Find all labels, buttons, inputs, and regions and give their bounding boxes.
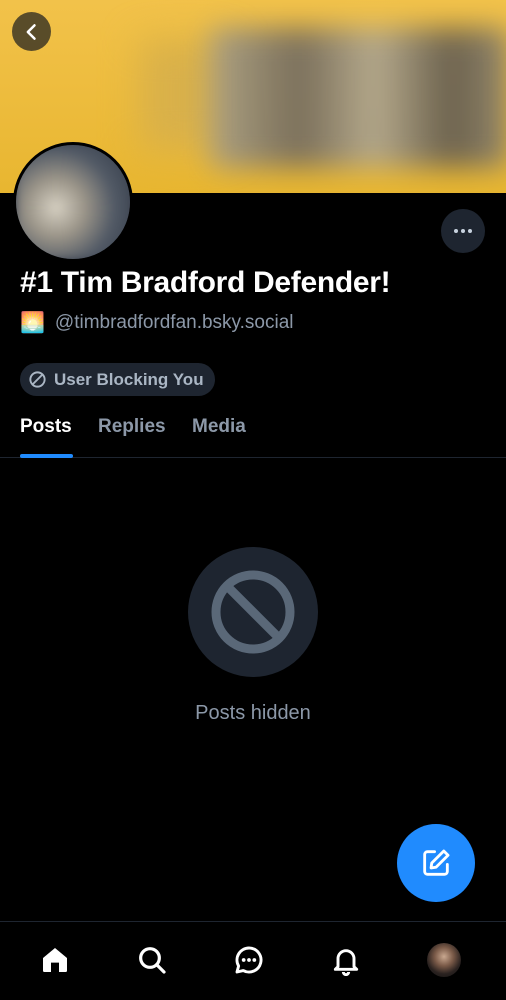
ellipsis-icon [454, 229, 472, 233]
block-icon [211, 570, 295, 654]
handle: @timbradfordfan.bsky.social [54, 312, 294, 333]
nav-home[interactable] [35, 940, 75, 980]
nav-search[interactable] [132, 940, 172, 980]
home-icon [43, 948, 67, 972]
profile-tabs: Posts Replies Media [0, 410, 506, 458]
bell-icon [333, 949, 359, 976]
avatar [427, 943, 461, 977]
posts-hidden-icon-container [188, 547, 318, 677]
tab-replies[interactable]: Replies [98, 416, 166, 438]
sunrise-emoji: 🌅 [20, 312, 45, 334]
posts-hidden-message: Posts hidden [195, 702, 311, 724]
blocking-label: User Blocking You [54, 369, 204, 389]
block-icon [29, 371, 46, 388]
active-tab-indicator [20, 454, 73, 458]
profile-avatar[interactable] [13, 142, 133, 262]
back-button[interactable] [12, 12, 51, 51]
compose-icon [423, 849, 450, 876]
handle-row: 🌅 @timbradfordfan.bsky.social [20, 310, 294, 336]
display-name: #1 Tim Bradford Defender! [20, 266, 391, 299]
bottom-navigation [0, 921, 506, 1000]
tab-media[interactable]: Media [192, 416, 246, 438]
chevron-left-icon [26, 23, 36, 40]
tab-posts[interactable]: Posts [20, 416, 72, 438]
banner-image [210, 28, 506, 168]
search-icon [139, 947, 166, 974]
user-blocking-badge[interactable]: User Blocking You [20, 363, 215, 396]
nav-chat[interactable] [229, 940, 269, 980]
nav-profile[interactable] [424, 940, 464, 980]
more-options-button[interactable] [441, 209, 485, 253]
nav-notifications[interactable] [326, 940, 366, 980]
chat-icon [235, 946, 263, 974]
compose-post-button[interactable] [397, 824, 475, 902]
